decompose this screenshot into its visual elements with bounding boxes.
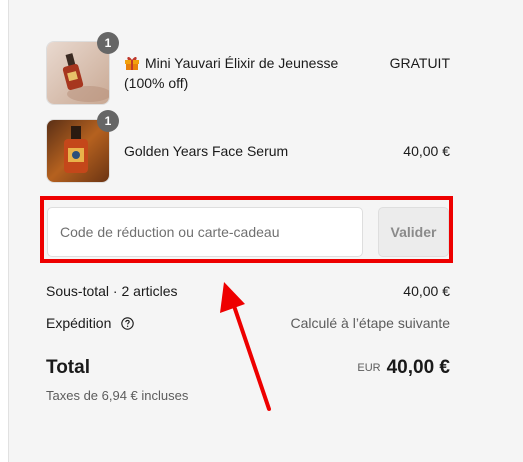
question-circle-icon[interactable] — [121, 317, 135, 330]
product-name: Golden Years Face Serum — [124, 143, 289, 159]
subtotal-row: Sous-total · 2 articles 40,00 € — [46, 281, 450, 301]
total-label: Total — [46, 357, 90, 378]
apply-discount-button[interactable]: Valider — [378, 207, 449, 257]
product-price: 40,00 € — [403, 143, 450, 159]
subtotal-label: Sous-total · 2 articles — [46, 283, 178, 299]
page-divider — [0, 0, 9, 462]
shipping-label: Expédition — [46, 313, 135, 333]
quantity-badge: 1 — [97, 32, 119, 54]
product-name-text: Mini Yauvari Élixir de Jeunesse (100% of… — [124, 55, 339, 91]
quantity-badge: 1 — [97, 110, 119, 132]
cart-line-item: 1 Golden Years Face Serum 40,00 € — [46, 110, 452, 183]
taxes-note: Taxes de 6,94 € incluses — [46, 388, 189, 403]
gift-icon — [125, 56, 139, 70]
total-amount: 40,00 € — [386, 357, 450, 378]
product-thumbnail: 1 — [46, 110, 119, 183]
product-name: Mini Yauvari Élixir de Jeunesse (100% of… — [124, 53, 380, 93]
subtotal-value: 40,00 € — [403, 283, 450, 299]
currency-code: EUR — [357, 362, 381, 374]
cart-line-item: 1 Mini Yauvari Élixir de Jeunesse (100% … — [46, 32, 452, 105]
shipping-value: Calculé à l’étape suivante — [290, 315, 450, 331]
product-price: GRATUIT — [389, 55, 450, 71]
shipping-row: Expédition Calculé à l’étape suivante — [46, 313, 450, 333]
discount-code-input[interactable] — [47, 207, 363, 257]
shipping-label-text: Expédition — [46, 315, 112, 331]
total-value: EUR 40,00 € — [357, 356, 450, 381]
product-thumbnail: 1 — [46, 32, 119, 105]
